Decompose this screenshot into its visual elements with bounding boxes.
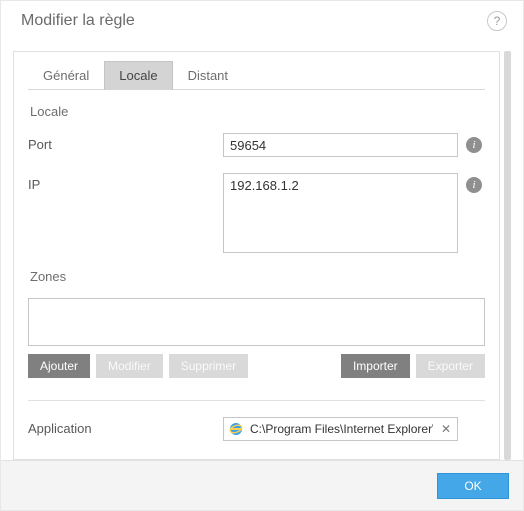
info-icon[interactable]: i xyxy=(466,137,482,153)
application-picker[interactable]: C:\Program Files\Internet Explorer\ ✕ xyxy=(223,417,458,441)
tab-remote[interactable]: Distant xyxy=(173,61,243,90)
info-icon[interactable]: i xyxy=(466,177,482,193)
row-port: Port i xyxy=(28,133,485,157)
add-button[interactable]: Ajouter xyxy=(28,354,90,378)
application-path: C:\Program Files\Internet Explorer\ xyxy=(250,422,433,436)
application-label: Application xyxy=(28,417,223,436)
port-label: Port xyxy=(28,133,223,152)
scrollbar[interactable] xyxy=(504,51,511,460)
clear-icon[interactable]: ✕ xyxy=(439,422,453,436)
dialog-body: Général Locale Distant Locale Port i IP … xyxy=(1,41,523,460)
zones-listbox[interactable] xyxy=(28,298,485,346)
ip-input[interactable] xyxy=(223,173,458,253)
edit-button: Modifier xyxy=(96,354,163,378)
import-button[interactable]: Importer xyxy=(341,354,410,378)
ie-icon xyxy=(228,421,244,437)
zones-button-row: Ajouter Modifier Supprimer Importer Expo… xyxy=(28,354,485,378)
dialog-modify-rule: Modifier la règle ? Général Locale Dista… xyxy=(0,0,524,511)
row-ip: IP i xyxy=(28,173,485,253)
content-panel: Général Locale Distant Locale Port i IP … xyxy=(13,51,500,460)
port-input[interactable] xyxy=(223,133,458,157)
tab-local[interactable]: Locale xyxy=(104,61,172,90)
divider xyxy=(28,400,485,401)
dialog-title: Modifier la règle xyxy=(21,12,135,30)
delete-button: Supprimer xyxy=(169,354,248,378)
export-button: Exporter xyxy=(416,354,485,378)
ip-label: IP xyxy=(28,173,223,192)
dialog-header: Modifier la règle ? xyxy=(1,1,523,41)
help-icon[interactable]: ? xyxy=(487,11,507,31)
section-locale-label: Locale xyxy=(30,104,485,119)
row-application: Application C:\Program Files\Internet Ex… xyxy=(28,417,485,441)
zones-label: Zones xyxy=(30,269,485,284)
tab-bar: Général Locale Distant xyxy=(28,60,485,90)
tab-general[interactable]: Général xyxy=(28,61,104,90)
dialog-footer: OK xyxy=(1,460,523,510)
ok-button[interactable]: OK xyxy=(437,473,509,499)
